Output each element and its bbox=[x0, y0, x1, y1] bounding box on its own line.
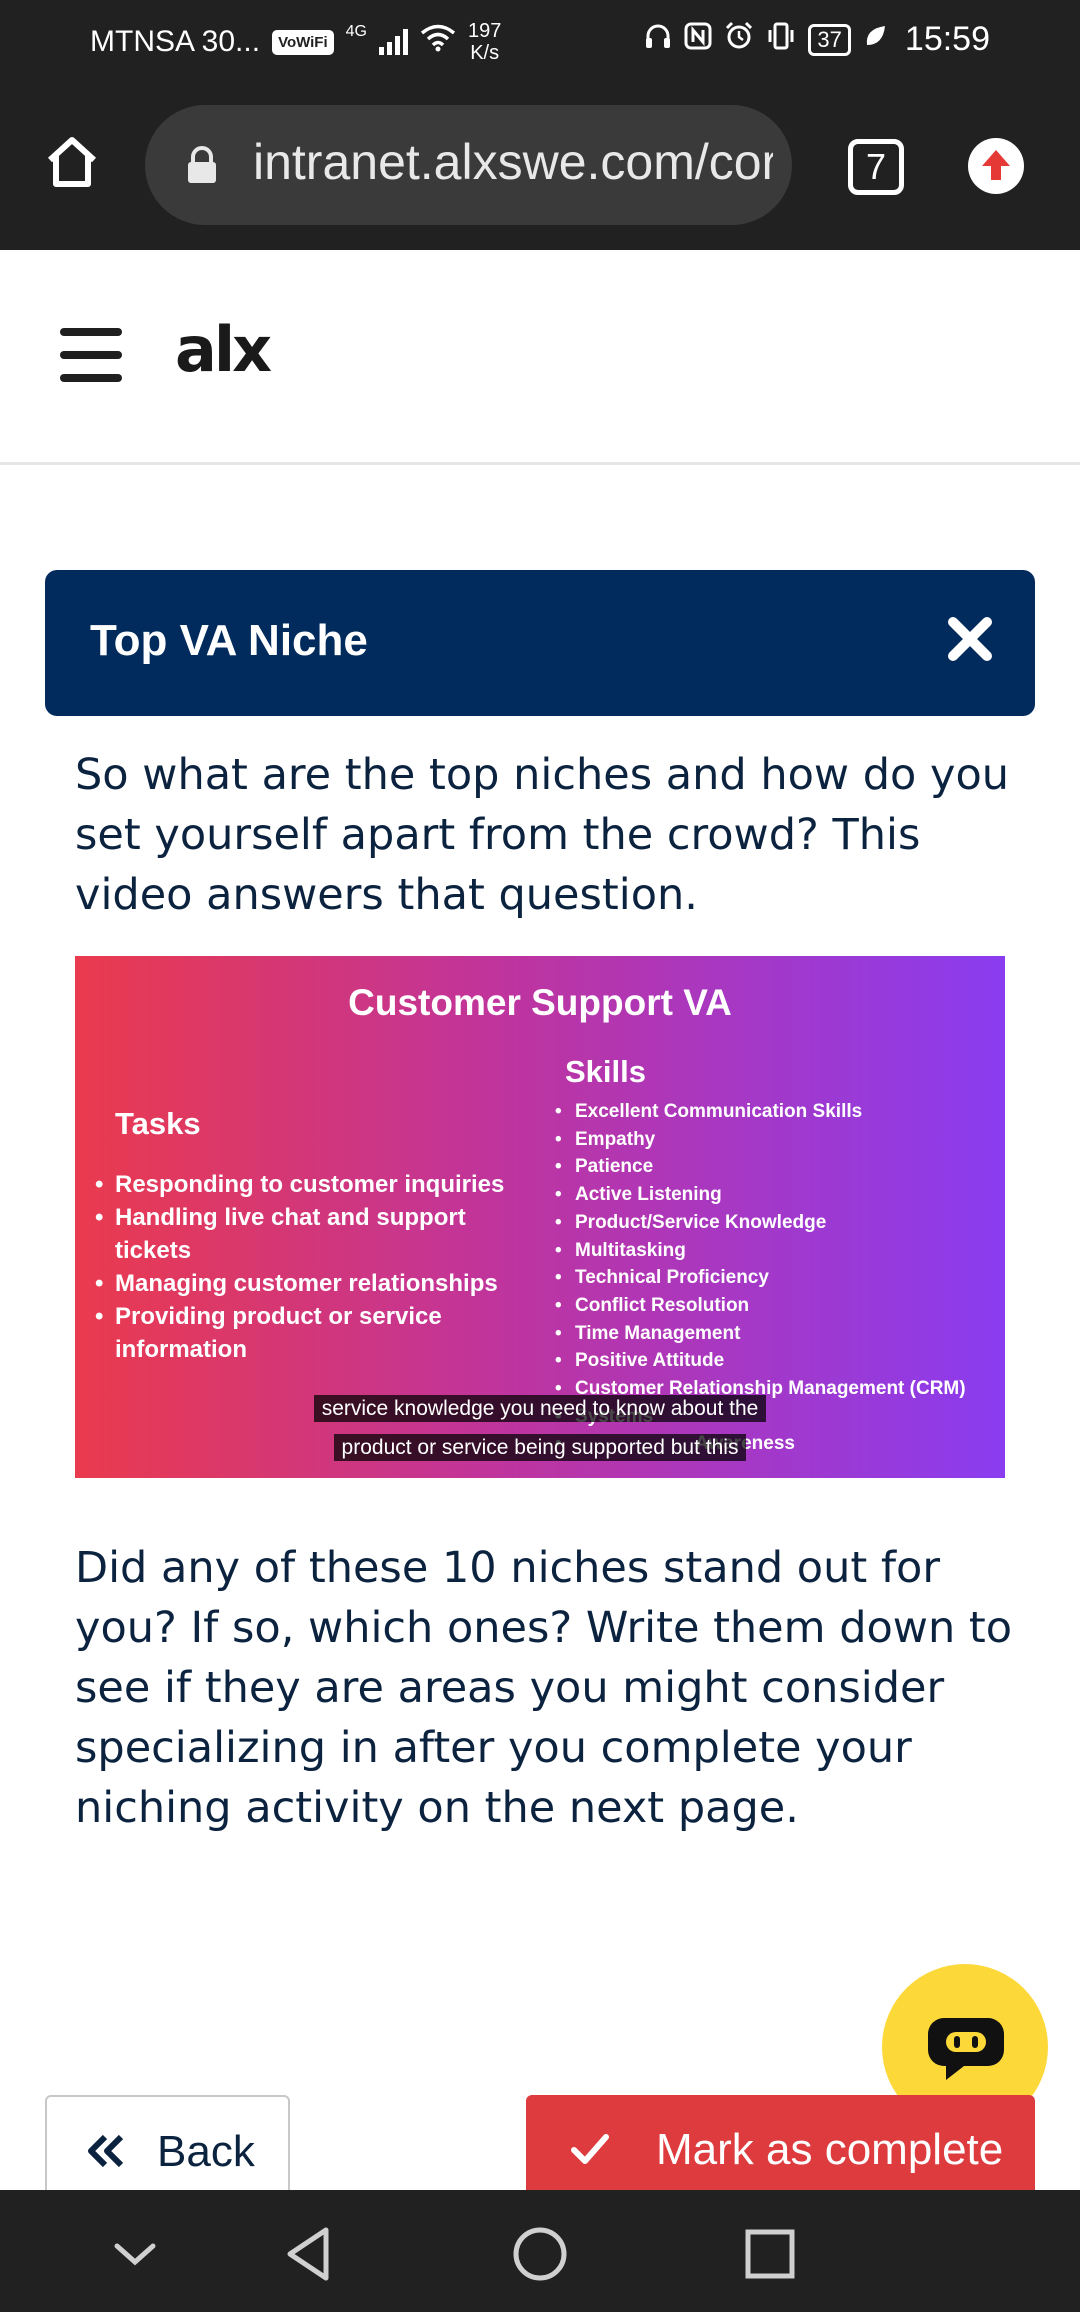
skill-item: Conflict Resolution bbox=[555, 1292, 1005, 1320]
task-item: Handling live chat and support tickets bbox=[95, 1201, 535, 1267]
section-header: Top VA Niche bbox=[45, 570, 1035, 716]
tasks-heading: Tasks bbox=[115, 1106, 201, 1141]
address-bar[interactable]: intranet.alxswe.com/cor bbox=[145, 105, 792, 225]
video-caption: product or service being supported but t… bbox=[75, 1434, 1005, 1461]
back-label: Back bbox=[157, 2127, 255, 2176]
video-player[interactable]: Customer Support VA Tasks Responding to … bbox=[75, 956, 1005, 1478]
chat-icon bbox=[928, 2018, 1004, 2080]
status-bar: MTNSA 30... VoWiFi 4G 197 K/s 37 15:59 bbox=[0, 0, 1080, 82]
recents-square-icon[interactable] bbox=[740, 2224, 800, 2284]
skill-item: Positive Attitude bbox=[555, 1347, 1005, 1375]
outro-text: Did any of these 10 niches stand out for… bbox=[75, 1543, 1013, 1833]
back-triangle-icon[interactable] bbox=[280, 2224, 340, 2284]
skill-item: Multitasking bbox=[555, 1237, 1005, 1265]
alx-logo[interactable]: alx bbox=[175, 313, 272, 386]
update-icon[interactable] bbox=[968, 138, 1024, 194]
skill-item: Patience bbox=[555, 1153, 1005, 1181]
battery-icon: 37 bbox=[808, 23, 851, 56]
chevron-down-icon[interactable] bbox=[105, 2224, 165, 2284]
close-icon[interactable] bbox=[945, 614, 995, 664]
status-right: 37 15:59 bbox=[644, 20, 990, 59]
skill-item: Active Listening bbox=[555, 1181, 1005, 1209]
carrier-name: MTNSA 30... bbox=[90, 25, 261, 58]
skill-item: Empathy bbox=[555, 1126, 1005, 1154]
video-caption: service knowledge you need to know about… bbox=[75, 1395, 1005, 1422]
network-type: 4G bbox=[345, 23, 367, 40]
mark-complete-button[interactable]: Mark as complete bbox=[526, 2095, 1035, 2205]
headphones-icon bbox=[644, 22, 672, 57]
lock-icon bbox=[185, 145, 219, 185]
caption-line-1: service knowledge you need to know about… bbox=[313, 1395, 767, 1422]
task-item: Providing product or service information bbox=[95, 1300, 535, 1366]
home-circle-icon[interactable] bbox=[510, 2224, 570, 2284]
task-item: Responding to customer inquiries bbox=[95, 1168, 535, 1201]
skill-item: Excellent Communication Skills bbox=[555, 1098, 1005, 1126]
status-left: MTNSA 30... VoWiFi 4G 197 K/s bbox=[90, 20, 501, 64]
alarm-icon bbox=[724, 21, 754, 58]
system-nav-bar bbox=[0, 2190, 1080, 2312]
video-title: Customer Support VA bbox=[348, 982, 732, 1023]
speed-value: 197 bbox=[467, 20, 502, 42]
site-header: alx bbox=[0, 250, 1080, 465]
browser-toolbar: intranet.alxswe.com/cor 7 bbox=[0, 82, 1080, 250]
skill-item: Product/Service Knowledge bbox=[555, 1209, 1005, 1237]
vowifi-icon: VoWiFi bbox=[272, 29, 334, 55]
skill-item: Time Management bbox=[555, 1320, 1005, 1348]
task-item: Managing customer relationships bbox=[95, 1267, 535, 1300]
double-chevron-left-icon bbox=[87, 2133, 127, 2171]
nfc-icon bbox=[684, 22, 712, 57]
clock: 15:59 bbox=[904, 20, 990, 58]
vibrate-icon bbox=[766, 22, 796, 57]
home-icon[interactable] bbox=[42, 132, 102, 192]
skills-heading: Skills bbox=[565, 1054, 646, 1089]
tab-switcher-button[interactable]: 7 bbox=[848, 139, 904, 195]
skill-item: Technical Proficiency bbox=[555, 1264, 1005, 1292]
section-title: Top VA Niche bbox=[90, 616, 368, 665]
mark-complete-label: Mark as complete bbox=[656, 2125, 1004, 2174]
back-button[interactable]: Back bbox=[45, 2095, 290, 2205]
network-speed: 197 K/s bbox=[468, 20, 501, 64]
tasks-list: Responding to customer inquiries Handlin… bbox=[95, 1168, 535, 1366]
url-text: intranet.alxswe.com/cor bbox=[253, 134, 773, 190]
menu-icon[interactable] bbox=[60, 328, 122, 384]
wifi-icon bbox=[420, 24, 456, 60]
signal-icon bbox=[378, 29, 408, 55]
check-icon bbox=[568, 2127, 612, 2176]
speed-unit: K/s bbox=[470, 42, 500, 64]
caption-line-2: product or service being supported but t… bbox=[333, 1434, 747, 1461]
leaf-icon bbox=[863, 23, 887, 56]
intro-text: So what are the top niches and how do yo… bbox=[75, 750, 1010, 920]
